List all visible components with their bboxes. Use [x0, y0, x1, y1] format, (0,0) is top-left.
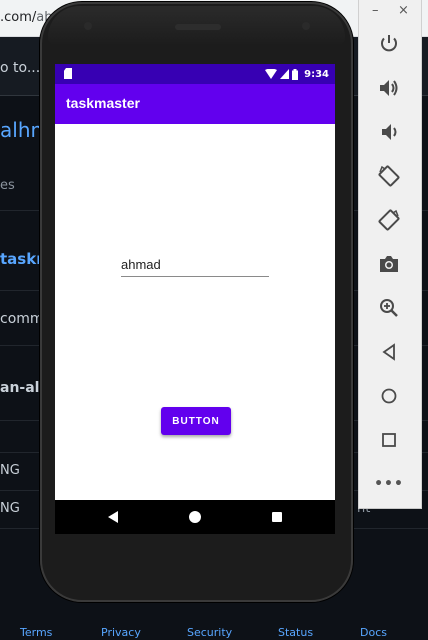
rotate-left-button[interactable]: [375, 162, 403, 190]
cell-signal-icon: [280, 69, 290, 79]
app-toolbar: taskmaster: [55, 84, 335, 124]
power-button[interactable]: [375, 30, 403, 58]
footer-docs-link[interactable]: Docs: [360, 626, 387, 639]
sd-card-icon: [64, 68, 72, 79]
emulator-device-frame: 9:34 taskmaster BUTTON: [40, 2, 353, 602]
github-files-label: es: [0, 178, 15, 193]
device-camera: [302, 22, 310, 30]
footer-terms-link[interactable]: Terms: [20, 626, 52, 639]
rotate-right-button[interactable]: [375, 206, 403, 234]
volume-down-icon: [382, 124, 397, 140]
screenshot-button[interactable]: [375, 250, 403, 278]
emulator-toolbar: – × •••: [358, 0, 422, 509]
volume-down-button[interactable]: [375, 118, 403, 146]
footer-security-link[interactable]: Security: [187, 626, 232, 639]
main-button[interactable]: BUTTON: [161, 407, 231, 435]
back-icon: [382, 343, 395, 361]
github-row-text: NG: [0, 501, 20, 516]
zoom-button[interactable]: [375, 294, 403, 322]
device-speaker: [175, 24, 221, 30]
overview-icon: [382, 433, 396, 447]
nav-home-icon[interactable]: [189, 511, 201, 523]
github-goto-file[interactable]: o to...: [0, 60, 40, 76]
rotate-right-icon: [378, 209, 400, 231]
wifi-icon: [265, 69, 278, 79]
app-title: taskmaster: [66, 95, 140, 111]
footer-status-link[interactable]: Status: [278, 626, 313, 639]
more-icon: •••: [374, 476, 404, 492]
github-footer: Terms Privacy Security Status Docs: [0, 626, 428, 640]
battery-icon: [292, 68, 299, 80]
nav-recents-icon[interactable]: [272, 512, 282, 522]
zoom-icon: [380, 299, 398, 317]
volume-up-button[interactable]: [375, 74, 403, 102]
name-text-field[interactable]: [121, 254, 269, 277]
footer-privacy-link[interactable]: Privacy: [101, 626, 141, 639]
screenshot-icon: [380, 256, 398, 272]
home-button[interactable]: [375, 382, 403, 410]
android-status-bar: 9:34: [55, 64, 335, 84]
volume-up-icon: [380, 80, 398, 96]
android-nav-bar: [55, 500, 335, 534]
nav-back-icon[interactable]: [108, 511, 118, 523]
home-icon: [381, 388, 397, 404]
more-button[interactable]: •••: [374, 470, 404, 498]
overview-button[interactable]: [375, 426, 403, 454]
close-button[interactable]: ×: [398, 3, 409, 18]
device-sensor: [84, 22, 92, 30]
power-icon: [381, 35, 397, 52]
rotate-left-icon: [378, 165, 400, 187]
minimize-button[interactable]: –: [372, 3, 379, 18]
github-row-text: NG: [0, 463, 20, 478]
status-time: 9:34: [304, 68, 329, 80]
status-icons: 9:34: [265, 66, 329, 82]
back-button[interactable]: [375, 338, 403, 366]
url-prefix: .com/: [0, 10, 37, 25]
device-screen[interactable]: 9:34 taskmaster BUTTON: [55, 64, 335, 534]
